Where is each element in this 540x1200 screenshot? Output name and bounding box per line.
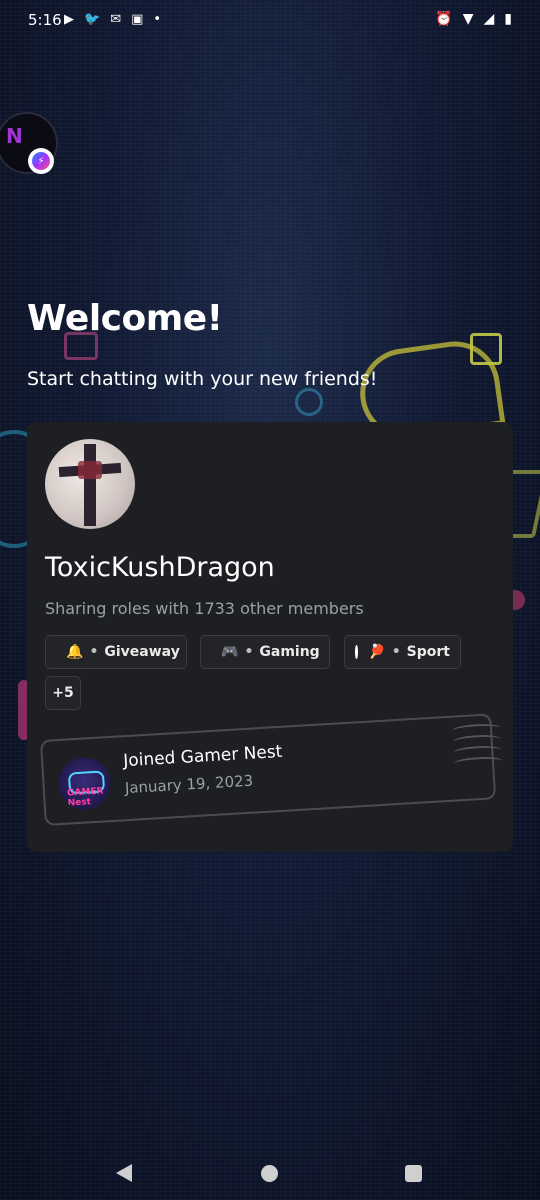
twitch-icon: ▣	[131, 12, 144, 27]
gamepad-icon: 🎮	[221, 644, 239, 660]
home-icon[interactable]	[261, 1165, 278, 1182]
server-icon-text: GAMER Nest	[66, 786, 104, 809]
role-chip-giveaway[interactable]: 🔔 • Giveaway	[45, 635, 187, 669]
system-icons: ⏰ ▼ ◢ ▮	[435, 11, 512, 27]
battery-icon: ▮	[504, 11, 512, 27]
notification-icons: ▶ 🐦 ✉ ▣ •	[64, 12, 161, 27]
status-bar: 5:16 ▶ 🐦 ✉ ▣ • ⏰ ▼ ◢ ▮	[0, 0, 540, 40]
avatar[interactable]	[45, 439, 135, 529]
sharing-roles-text: Sharing roles with 1733 other members	[45, 599, 364, 618]
joined-title: Joined Gamer Nest	[122, 741, 283, 772]
youtube-icon: ▶	[64, 12, 74, 27]
neon-ring-decoration	[295, 388, 323, 416]
outlook-icon: ✉	[110, 12, 122, 27]
role-chip-gaming[interactable]: 🎮 • Gaming	[200, 635, 330, 669]
signal-icon: ◢	[483, 11, 495, 27]
more-roles-button[interactable]: +5	[45, 676, 81, 710]
alarm-icon: ⏰	[435, 11, 453, 27]
joined-date: January 19, 2023	[124, 771, 254, 798]
role-label: Gaming	[259, 644, 320, 660]
profile-card: ToxicKushDragon Sharing roles with 1733 …	[27, 422, 513, 852]
role-color-dot	[355, 645, 359, 659]
back-icon[interactable]	[116, 1164, 132, 1182]
twitter-icon: 🐦	[84, 12, 101, 27]
ping-pong-icon: 🏓	[368, 644, 386, 660]
role-chip-sport[interactable]: 🏓 • Sport	[344, 635, 461, 669]
role-label: Sport	[406, 644, 450, 660]
wifi-icon: ▼	[462, 11, 474, 27]
role-label: Giveaway	[104, 644, 180, 660]
chat-head-letter: N	[6, 124, 23, 148]
status-time: 5:16	[28, 11, 62, 29]
navigation-bar	[0, 1150, 540, 1200]
bell-icon: 🔔	[66, 644, 84, 660]
messenger-icon: ⚡	[28, 148, 54, 174]
joined-server-ticket: GAMER Nest Joined Gamer Nest January 19,…	[39, 713, 503, 826]
postmark-waves-icon	[451, 722, 503, 769]
server-icon: GAMER Nest	[57, 756, 113, 812]
recents-icon[interactable]	[405, 1165, 422, 1182]
welcome-subtitle: Start chatting with your new friends!	[27, 368, 378, 390]
username: ToxicKushDragon	[45, 552, 275, 583]
welcome-title: Welcome!	[27, 298, 223, 339]
dot-icon: •	[153, 12, 162, 27]
